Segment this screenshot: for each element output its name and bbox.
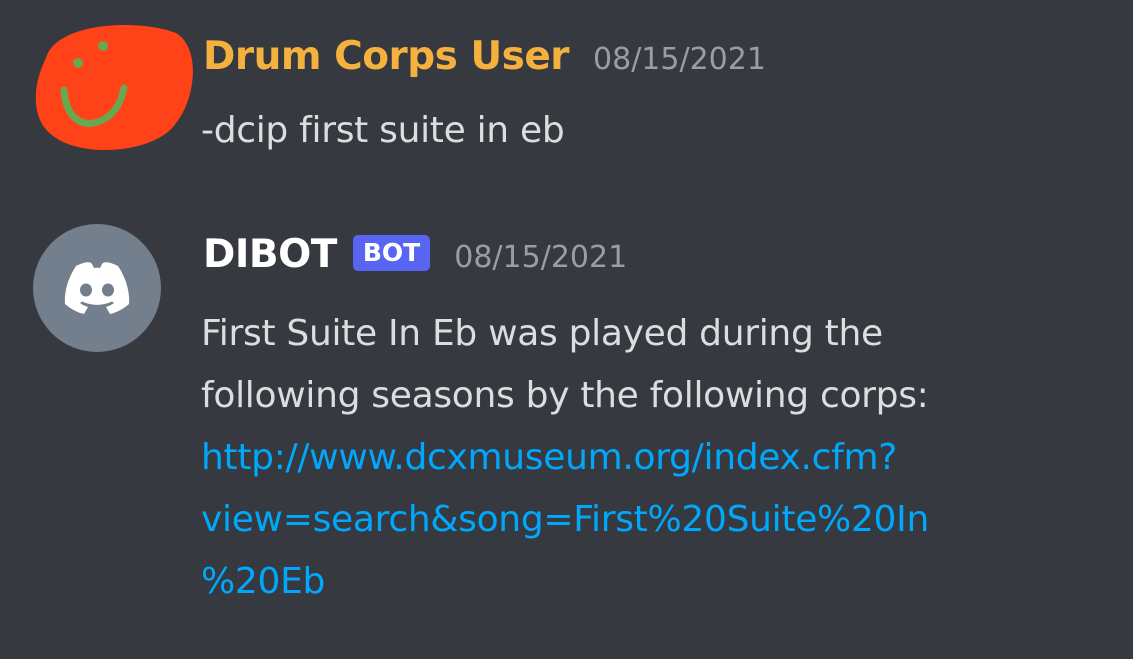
message-content: -dcip first suite in eb [201,100,1131,162]
timestamp: 08/15/2021 [454,240,628,275]
username[interactable]: DIBOT [203,232,337,277]
bot-avatar[interactable] [33,224,161,352]
username[interactable]: Drum Corps User [203,34,570,79]
message-link-line[interactable]: %20Eb [201,551,1131,613]
message-item: Drum Corps User 08/15/2021 -dcip first s… [0,0,1133,200]
message-item: DIBOT BOT 08/15/2021 First Suite In Eb w… [0,218,1133,659]
message-content: First Suite In Eb was played during the … [201,303,1131,613]
message-link-line[interactable]: http://www.dcxmuseum.org/index.cfm? [201,427,1131,489]
message-link[interactable]: http://www.dcxmuseum.org/index.cfm? view… [201,427,1131,613]
message-header: DIBOT BOT 08/15/2021 [203,232,627,277]
message-text: -dcip first suite in eb [201,110,565,151]
message-header: Drum Corps User 08/15/2021 [203,34,766,79]
bot-badge: BOT [352,235,431,271]
message-text-line: First Suite In Eb was played during the [201,313,883,354]
user-avatar[interactable] [26,18,196,158]
message-text-line: following seasons by the following corps… [201,375,929,416]
discord-logo-icon [64,262,130,314]
timestamp: 08/15/2021 [593,42,766,77]
message-link-line[interactable]: view=search&song=First%20Suite%20In [201,489,1131,551]
smiley-icon [35,25,193,151]
